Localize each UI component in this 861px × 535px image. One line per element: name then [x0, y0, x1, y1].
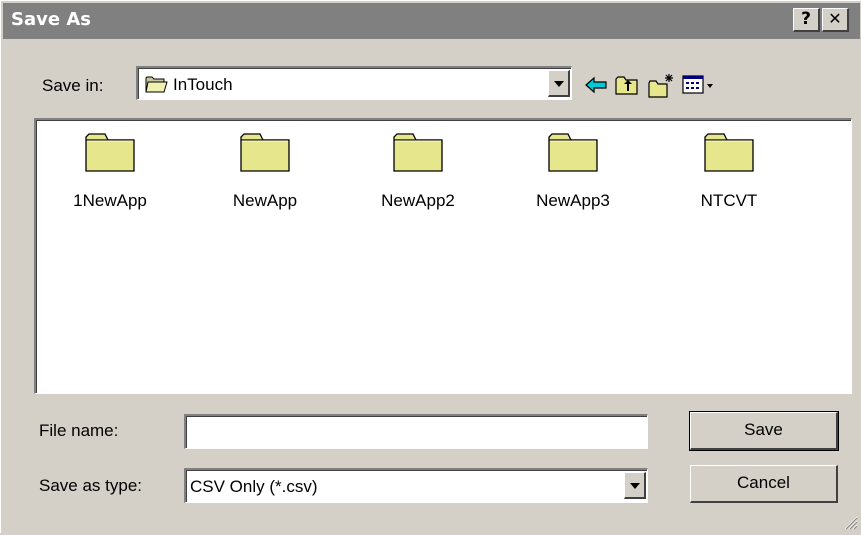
- open-folder-icon: [145, 74, 169, 99]
- save-as-type-value: CSV Only (*.csv): [190, 477, 318, 496]
- file-item[interactable]: NewApp: [195, 131, 335, 241]
- folder-icon: [503, 131, 643, 173]
- folder-icon: [659, 131, 799, 173]
- save-as-type-label: Save as type:: [39, 476, 143, 495]
- back-arrow-icon[interactable]: [584, 73, 610, 102]
- window-title: Save As: [11, 9, 91, 30]
- file-list[interactable]: 1NewApp NewApp NewApp2 NewApp3 NTCVT: [34, 118, 852, 394]
- folder-icon: [348, 131, 488, 173]
- file-item[interactable]: NewApp2: [348, 131, 488, 241]
- file-item[interactable]: 1NewApp: [40, 131, 180, 241]
- save-in-label: Save in:: [42, 76, 104, 95]
- folder-icon: [195, 131, 335, 173]
- save-as-type-dropdown[interactable]: CSV Only (*.csv): [184, 468, 648, 503]
- help-button[interactable]: ?: [793, 8, 820, 32]
- save-in-value: InTouch: [173, 75, 233, 94]
- close-button[interactable]: ✕: [822, 8, 849, 32]
- save-as-dialog: Save As ? ✕ Save in: InTouch 1NewApp New…: [0, 0, 861, 533]
- file-item-label: 1NewApp: [73, 191, 147, 210]
- save-button[interactable]: Save: [689, 411, 839, 451]
- up-one-level-icon[interactable]: [614, 73, 640, 102]
- file-item[interactable]: NewApp3: [503, 131, 643, 241]
- save-in-dropdown-button[interactable]: [548, 70, 570, 97]
- cancel-button[interactable]: Cancel: [690, 465, 838, 503]
- file-item-label: NTCVT: [700, 191, 758, 210]
- file-item-label: NewApp3: [536, 191, 610, 210]
- save-in-dropdown[interactable]: InTouch: [136, 66, 572, 100]
- new-folder-icon[interactable]: [647, 73, 675, 104]
- save-as-type-dropdown-button[interactable]: [624, 472, 646, 499]
- title-bar[interactable]: Save As ? ✕: [3, 3, 860, 39]
- folder-icon: [40, 131, 180, 173]
- file-item-label: NewApp: [232, 191, 298, 210]
- file-item-label: NewApp2: [381, 191, 455, 210]
- resize-grip-icon[interactable]: [842, 514, 858, 530]
- view-menu-icon[interactable]: [682, 73, 716, 102]
- file-name-label: File name:: [39, 421, 119, 440]
- file-name-input[interactable]: [184, 414, 648, 449]
- file-item[interactable]: NTCVT: [659, 131, 799, 241]
